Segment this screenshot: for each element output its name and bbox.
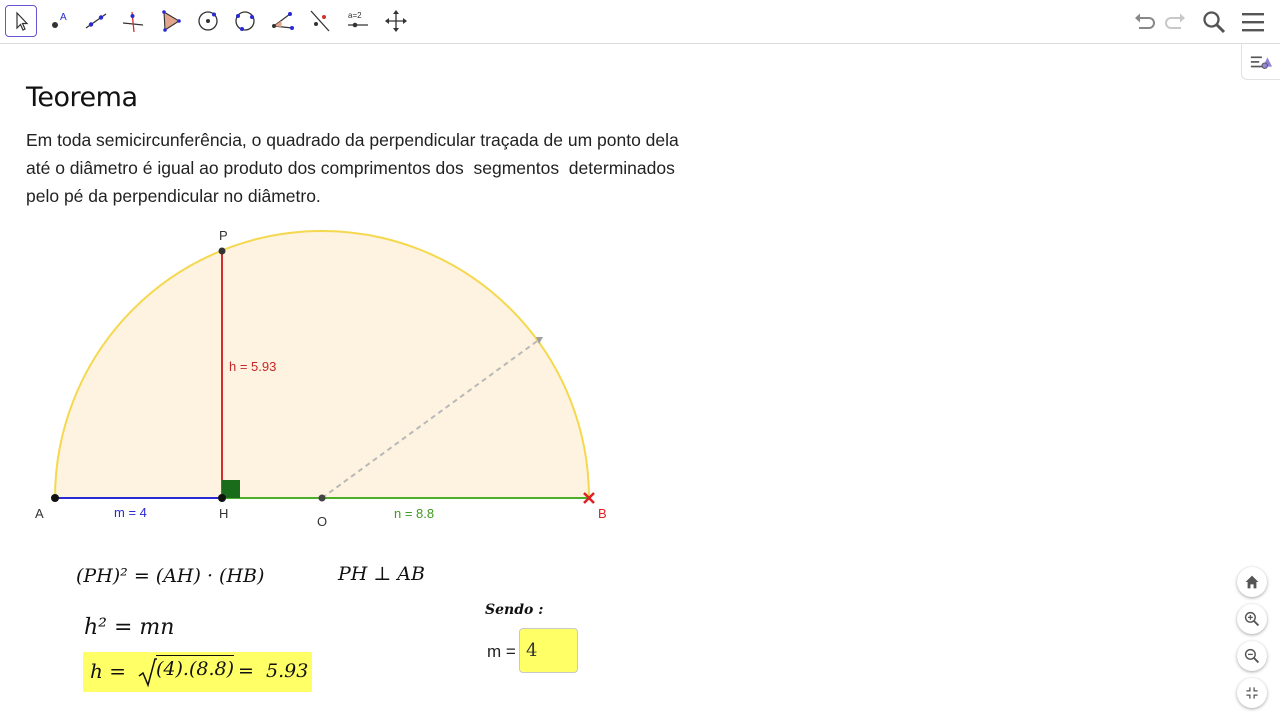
slider-icon: a=2 bbox=[348, 11, 368, 28]
perpendicular-tool-button[interactable] bbox=[117, 5, 149, 37]
circle-three-points-tool-button[interactable] bbox=[229, 5, 261, 37]
redo-icon bbox=[1165, 13, 1185, 29]
zoom-out-icon bbox=[1244, 648, 1260, 664]
move-view-tool-button[interactable] bbox=[380, 5, 412, 37]
m-input-label: m = bbox=[487, 642, 516, 661]
circle-three-points-icon bbox=[235, 11, 255, 31]
svg-text:A: A bbox=[60, 12, 67, 23]
label-h-length: h = 5.93 bbox=[229, 359, 276, 374]
reflect-about-line-icon bbox=[310, 10, 330, 32]
move-graphics-view-icon bbox=[385, 10, 407, 32]
sendo-label: Sendo : bbox=[485, 602, 544, 618]
m-input-field[interactable]: 4 bbox=[519, 628, 578, 673]
menu-icon bbox=[1242, 13, 1264, 32]
graphics-view[interactable]: P h = 5.93 A m = 4 H O n = 8.8 B bbox=[0, 44, 1230, 720]
exit-fullscreen-button[interactable] bbox=[1237, 678, 1267, 708]
label-o: O bbox=[317, 514, 327, 529]
angle-icon bbox=[272, 12, 294, 30]
label-h-point: H bbox=[219, 506, 228, 521]
move-arrow-icon bbox=[16, 11, 29, 31]
line-tool-button[interactable] bbox=[80, 5, 112, 37]
home-button[interactable] bbox=[1237, 567, 1267, 597]
formula-result: = 5.93 bbox=[238, 660, 309, 682]
formula-h-squared: h² = mn bbox=[84, 615, 175, 640]
semicircle-region bbox=[55, 231, 589, 498]
toolbar: A a=2 bbox=[0, 0, 1280, 44]
undo-button[interactable] bbox=[1130, 8, 1158, 36]
point-o[interactable] bbox=[318, 494, 326, 502]
angle-tool-button[interactable] bbox=[267, 5, 299, 37]
label-b: B bbox=[598, 506, 607, 521]
point-h[interactable] bbox=[218, 494, 226, 502]
point-icon: A bbox=[52, 12, 67, 28]
undo-icon bbox=[1135, 13, 1155, 29]
main-menu-button[interactable] bbox=[1239, 8, 1267, 36]
formula-h-equals: h = bbox=[90, 659, 126, 683]
formula-sqrt-argument: (4).(8.8) bbox=[156, 655, 234, 680]
reflect-tool-button[interactable] bbox=[304, 5, 336, 37]
label-a: A bbox=[35, 506, 44, 521]
square-root-icon bbox=[138, 658, 157, 688]
algebra-view-icon bbox=[1250, 55, 1273, 69]
point-p[interactable] bbox=[218, 247, 226, 255]
point-a[interactable] bbox=[51, 494, 59, 502]
label-n-length: n = 8.8 bbox=[394, 506, 434, 521]
polygon-icon bbox=[162, 10, 181, 32]
formula-perpendicular: PH ⊥ AB bbox=[338, 563, 425, 585]
exit-fullscreen-icon bbox=[1246, 687, 1258, 699]
move-tool-button[interactable] bbox=[5, 5, 37, 37]
redo-button[interactable] bbox=[1162, 8, 1190, 36]
zoom-in-button[interactable] bbox=[1237, 604, 1267, 634]
perpendicular-line-icon bbox=[122, 11, 144, 33]
circle-tool-button[interactable] bbox=[192, 5, 224, 37]
polygon-tool-button[interactable] bbox=[155, 5, 187, 37]
zoom-out-button[interactable] bbox=[1237, 641, 1267, 671]
svg-text:a=2: a=2 bbox=[348, 11, 362, 20]
formula-ph-squared: (PH)² = (AH) · (HB) bbox=[76, 565, 265, 587]
search-icon bbox=[1203, 11, 1226, 34]
line-icon bbox=[85, 13, 107, 29]
circle-center-point-icon bbox=[198, 11, 218, 31]
label-m-length: m = 4 bbox=[114, 505, 147, 520]
algebra-view-toggle[interactable] bbox=[1241, 44, 1280, 80]
zoom-in-icon bbox=[1244, 611, 1260, 627]
slider-tool-button[interactable]: a=2 bbox=[342, 5, 374, 37]
label-p: P bbox=[219, 228, 228, 243]
formula-result-highlight: h = (4).(8.8) = 5.93 bbox=[83, 652, 312, 692]
point-tool-button[interactable]: A bbox=[43, 5, 75, 37]
search-button[interactable] bbox=[1200, 8, 1228, 36]
home-icon bbox=[1245, 575, 1259, 589]
